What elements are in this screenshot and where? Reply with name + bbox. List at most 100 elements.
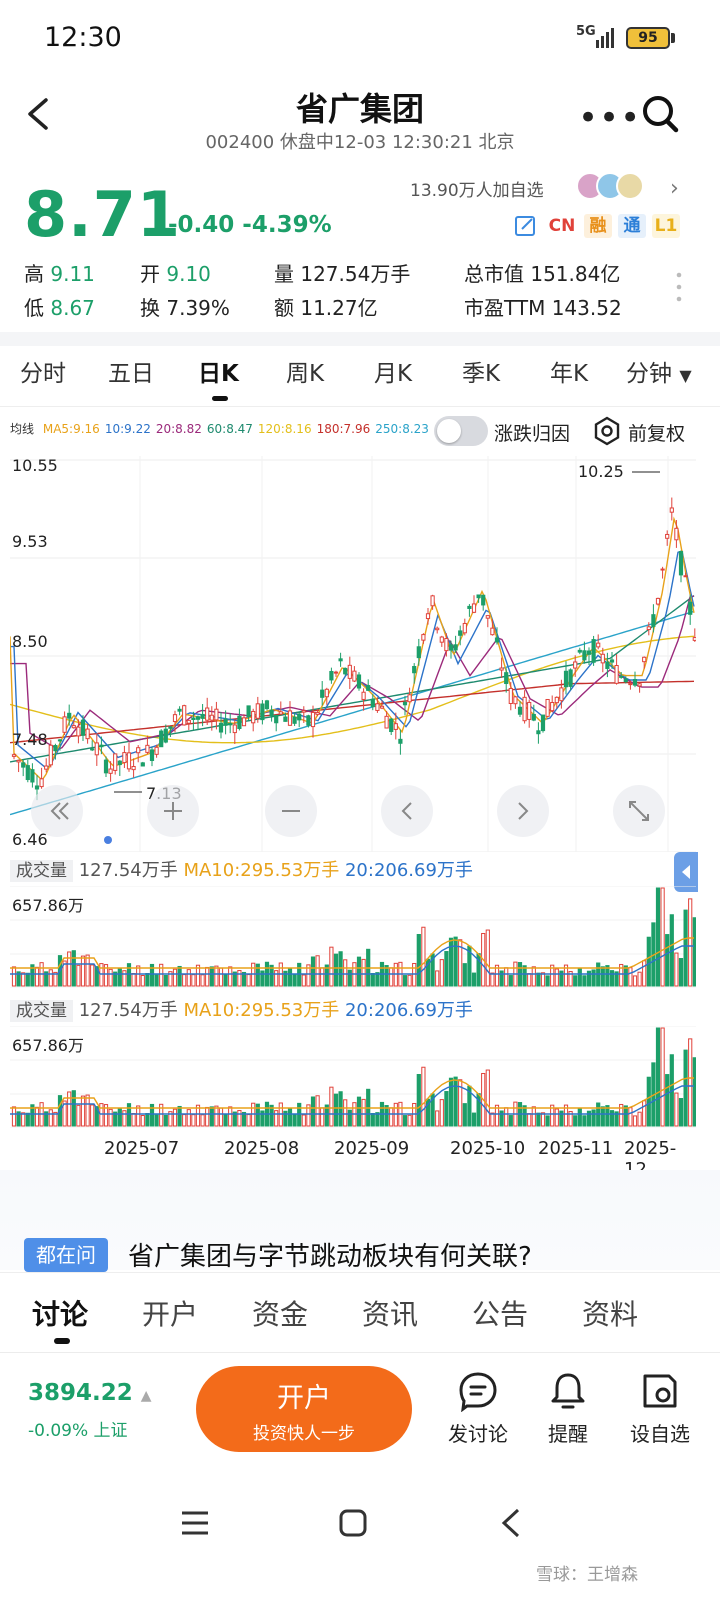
candle-body — [536, 730, 541, 735]
candle-body — [393, 723, 398, 730]
tab-minute[interactable]: 分钟 ▼ — [626, 354, 692, 388]
tab-daily-k[interactable]: 日K — [198, 354, 239, 388]
candle-body — [425, 613, 431, 620]
tab-intraday[interactable]: 分时 — [20, 354, 66, 388]
menu-icon[interactable] — [180, 1510, 210, 1536]
followers-count[interactable]: 13.90万人加自选 — [410, 176, 544, 201]
volume-bar — [329, 1086, 334, 1127]
volume-bar — [136, 965, 141, 987]
kline-chart[interactable]: 10.55 9.53 8.50 7.48 6.46 10.25 7.13 — [9, 456, 697, 853]
volume-bar — [623, 1105, 628, 1127]
tab-funds[interactable]: 资金 — [252, 1293, 308, 1333]
candle-body — [660, 568, 665, 571]
volume-bar — [131, 1113, 136, 1127]
candle-body — [177, 708, 182, 712]
candle-body — [338, 658, 343, 662]
candle-body — [149, 749, 155, 762]
tab-announcements[interactable]: 公告 — [472, 1293, 528, 1333]
candle-body — [117, 760, 122, 766]
candle-body — [379, 705, 385, 709]
zoom-in-button[interactable] — [146, 784, 200, 838]
edit-icon[interactable] — [512, 214, 540, 238]
candle-body — [453, 644, 458, 651]
volume-bar — [21, 1112, 26, 1127]
index-change: -0.09% 上证 — [28, 1421, 128, 1441]
volume-chart[interactable] — [10, 886, 696, 988]
volume-bar — [453, 1076, 458, 1127]
search-icon[interactable] — [640, 92, 680, 136]
tab-yearly-k[interactable]: 年K — [550, 354, 588, 388]
toggle-knob — [437, 419, 461, 443]
battery-icon: 95 — [626, 27, 670, 49]
volume-bar — [577, 967, 582, 987]
volume-chart-2[interactable] — [10, 1026, 696, 1128]
candle-body — [223, 718, 228, 726]
x-tick: 2025-10 — [450, 1138, 526, 1159]
volume-bar — [389, 1107, 394, 1127]
stat-high: 高 9.11 — [24, 262, 95, 286]
tab-monthly-k[interactable]: 月K — [374, 354, 412, 388]
candle-body — [375, 703, 380, 711]
next-button[interactable] — [496, 784, 550, 838]
tab-quarterly-k[interactable]: 季K — [462, 354, 500, 388]
avatar — [616, 172, 644, 200]
candle-body — [642, 656, 647, 663]
attribution-label: 涨跌归因 — [494, 423, 571, 445]
tab-profile[interactable]: 资料 — [582, 1293, 638, 1333]
tab-discussion[interactable]: 讨论 — [32, 1293, 88, 1333]
rewind-button[interactable] — [30, 784, 84, 838]
tag-margin: 融 — [584, 214, 612, 238]
event-dot[interactable] — [104, 836, 112, 844]
candle-body — [260, 703, 265, 721]
add-watchlist-button[interactable]: 设自选 — [620, 1370, 700, 1447]
candle-body — [16, 759, 21, 763]
candle-body — [209, 714, 214, 721]
candle-body — [540, 714, 546, 732]
nav-back-icon[interactable] — [498, 1508, 522, 1538]
candle-body — [439, 636, 444, 643]
home-icon[interactable] — [338, 1508, 368, 1538]
open-account-button[interactable]: 开户 投资快人一步 — [196, 1366, 412, 1452]
volume-bar — [333, 953, 339, 987]
status-time: 12:30 — [44, 22, 122, 53]
volume-bar — [34, 1106, 40, 1127]
candle-body — [168, 726, 173, 729]
volume-bar — [499, 1110, 504, 1127]
fullscreen-button[interactable] — [612, 784, 666, 838]
x-tick: 2025-09 — [334, 1138, 410, 1159]
more-vertical-icon[interactable] — [676, 272, 682, 302]
candle-body — [131, 765, 136, 771]
index-value[interactable]: 3894.22 ▲ — [28, 1380, 152, 1406]
adjustment-label[interactable]: 前复权 — [628, 419, 685, 446]
tab-account[interactable]: 开户 — [142, 1293, 198, 1333]
settings-hexagon-icon[interactable] — [592, 416, 622, 446]
volume-bar — [632, 975, 638, 987]
tab-weekly-k[interactable]: 周K — [286, 354, 324, 388]
tab-five-day[interactable]: 五日 — [108, 354, 154, 388]
candle-body — [517, 706, 523, 715]
stat-mktcap: 总市值 151.84亿 — [464, 262, 621, 286]
candle-body — [563, 670, 569, 688]
discuss-button[interactable]: 发讨论 — [438, 1370, 518, 1447]
candle-body — [665, 533, 670, 539]
volume-value: 127.54万手 — [78, 1000, 178, 1021]
prev-button[interactable] — [380, 784, 434, 838]
volume-bar — [34, 966, 40, 987]
candle-body — [232, 724, 237, 734]
volume-bar — [407, 974, 412, 987]
volume-bar — [402, 975, 408, 987]
candle-body — [186, 719, 191, 724]
question-link[interactable]: 省广集团与字节跳动板块有何关联? — [128, 1236, 532, 1273]
more-icon[interactable]: ••• — [578, 98, 641, 138]
remind-label: 提醒 — [548, 1422, 588, 1446]
volume-bar — [462, 963, 467, 987]
zoom-out-button[interactable] — [264, 784, 318, 838]
chevron-right-icon[interactable]: › — [670, 176, 679, 201]
volume-bar — [628, 1107, 633, 1127]
stock-tags: CN 融 通 L1 — [512, 214, 680, 238]
volume-bar — [320, 1107, 325, 1127]
tab-news[interactable]: 资讯 — [362, 1293, 418, 1333]
volume-bar — [292, 1114, 297, 1127]
remind-button[interactable]: 提醒 — [528, 1370, 608, 1447]
volume-bar — [688, 1038, 693, 1127]
